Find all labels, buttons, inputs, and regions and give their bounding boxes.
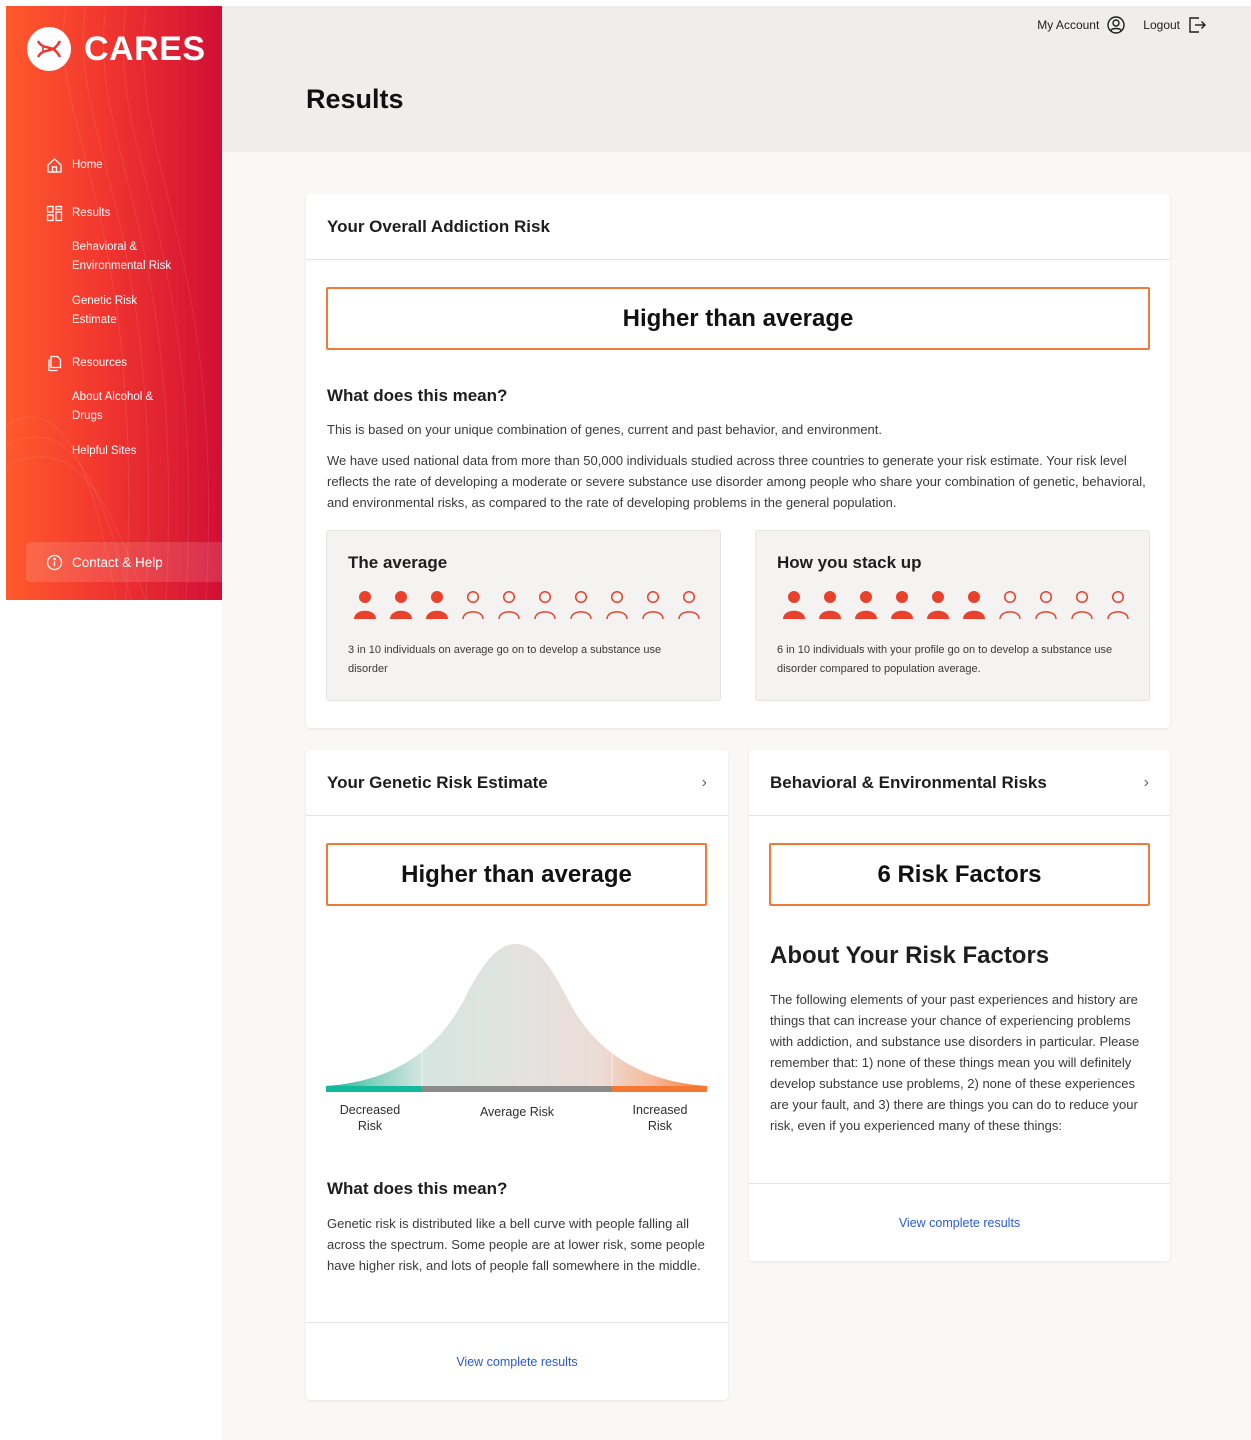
about-risk-factors-title: About Your Risk Factors [770, 942, 1050, 969]
home-icon [46, 157, 63, 174]
your-risk-title: How you stack up [777, 553, 922, 572]
grid-icon [46, 205, 63, 222]
person-filled-icon [389, 590, 413, 620]
person-filled-icon [854, 590, 878, 620]
person-outline-icon [533, 590, 557, 620]
average-risk-title: The average [348, 553, 448, 572]
page-title: Results [306, 84, 404, 114]
genetic-meaning-title: What does this mean? [327, 1179, 508, 1198]
logout-icon [1189, 17, 1206, 33]
genetic-risk-card: Your Genetic Risk Estimate › Higher than… [306, 750, 728, 1400]
bell-curve-graphic [326, 944, 707, 1092]
behavioral-risk-result: 6 Risk Factors [769, 843, 1150, 906]
genetic-paragraph: Genetic risk is distributed like a bell … [327, 1216, 705, 1273]
user-circle-icon [1107, 16, 1125, 34]
decreased-risk-bar [326, 1086, 422, 1092]
average-risk-panel: The average 3 in 10 individuals on avera… [326, 530, 721, 701]
person-outline-icon [641, 590, 665, 620]
genetic-risk-result-text: Higher than average [401, 860, 632, 888]
logout-label: Logout [1143, 18, 1180, 32]
person-outline-icon [497, 590, 521, 620]
person-outline-icon [1034, 590, 1058, 620]
overall-paragraph-2: We have used national data from more tha… [327, 453, 1146, 510]
overall-risk-result: Higher than average [326, 287, 1150, 350]
overall-risk-header: Your Overall Addiction Risk [306, 194, 1170, 260]
increased-risk-label: Increased Risk [632, 1103, 688, 1133]
account-menu: My Account Logout [1037, 16, 1207, 34]
average-risk-bar [422, 1086, 612, 1092]
sidebar-item-helpful-sites[interactable]: Helpful Sites [6, 442, 196, 461]
person-filled-icon [782, 590, 806, 620]
main-content: My Account Logout Results Your Overall A… [222, 6, 1251, 1440]
sidebar: CARES Home Results Behavioral & Environm… [6, 6, 222, 600]
your-risk-description: 6 in 10 individuals with your profile go… [777, 644, 1113, 675]
sidebar-item-behavioral-risk[interactable]: Behavioral & Environmental Risk [6, 238, 196, 276]
genetic-risk-title: Your Genetic Risk Estimate [327, 772, 548, 792]
person-outline-icon [1070, 590, 1094, 620]
bell-curve-shape [326, 944, 707, 1086]
genetic-risk-result: Higher than average [326, 843, 707, 906]
sidebar-item-about-alcohol-drugs[interactable]: About Alcohol & Drugs [6, 388, 156, 426]
person-filled-icon [818, 590, 842, 620]
sidebar-item-results[interactable]: Results [6, 202, 222, 224]
chevron-right-icon[interactable]: › [1144, 774, 1149, 792]
genetic-view-results-link[interactable]: View complete results [456, 1355, 577, 1369]
behavioral-risk-card: Behavioral & Environmental Risks › 6 Ris… [749, 750, 1170, 1261]
chevron-right-icon[interactable]: › [702, 774, 707, 792]
logout-button[interactable]: Logout [1143, 16, 1207, 34]
behavioral-card-footer: View complete results [749, 1183, 1170, 1261]
contact-help-button[interactable]: Contact & Help [26, 542, 222, 582]
sidebar-item-resources[interactable]: Resources [6, 352, 222, 374]
overall-meaning-title: What does this mean? [327, 386, 508, 405]
person-outline-icon [461, 590, 485, 620]
cares-logo-icon [27, 27, 71, 71]
behavioral-risk-result-text: 6 Risk Factors [877, 860, 1042, 888]
person-outline-icon [569, 590, 593, 620]
person-filled-icon [890, 590, 914, 620]
sidebar-item-label: Resources [72, 357, 127, 369]
person-outline-icon [998, 590, 1022, 620]
genetic-card-footer: View complete results [306, 1322, 728, 1400]
contact-help-label: Contact & Help [72, 554, 163, 570]
person-outline-icon [605, 590, 629, 620]
increased-risk-bar [612, 1086, 707, 1092]
info-icon [46, 554, 63, 571]
person-outline-icon [1106, 590, 1130, 620]
person-filled-icon [425, 590, 449, 620]
average-risk-description: 3 in 10 individuals on average go on to … [348, 644, 662, 675]
documents-icon [46, 355, 63, 372]
overall-risk-card: Your Overall Addiction Risk Higher than … [306, 194, 1170, 728]
sidebar-item-home[interactable]: Home [6, 154, 222, 176]
sidebar-item-genetic-risk[interactable]: Genetic Risk Estimate [6, 292, 156, 330]
average-risk-label: Average Risk [479, 1105, 555, 1119]
sidebar-nav: Home Results Behavioral & Environmental … [6, 154, 222, 461]
my-account-button[interactable]: My Account [1037, 16, 1125, 34]
genetic-risk-header[interactable]: Your Genetic Risk Estimate › [306, 750, 728, 816]
my-account-label: My Account [1037, 18, 1100, 32]
sidebar-item-label: Results [72, 207, 111, 219]
brand-name: CARES [84, 29, 206, 68]
behavioral-risk-header[interactable]: Behavioral & Environmental Risks › [749, 750, 1170, 816]
decreased-risk-label: Decreased Risk [339, 1103, 401, 1133]
your-risk-panel: How you stack up 6 in 10 individuals wit… [755, 530, 1150, 701]
sidebar-item-label: Home [72, 159, 103, 171]
page-header: My Account Logout Results [222, 6, 1251, 152]
overall-risk-result-text: Higher than average [622, 304, 854, 332]
overall-risk-title: Your Overall Addiction Risk [327, 216, 550, 236]
brand[interactable]: CARES [26, 26, 206, 72]
behavioral-risk-title: Behavioral & Environmental Risks [770, 772, 1047, 792]
your-people-row [782, 590, 1130, 620]
person-outline-icon [677, 590, 701, 620]
behavioral-paragraph: The following elements of your past expe… [770, 992, 1140, 1133]
person-filled-icon [962, 590, 986, 620]
overall-paragraph-1: This is based on your unique combination… [327, 422, 883, 437]
person-filled-icon [926, 590, 950, 620]
average-people-row [353, 590, 701, 620]
person-filled-icon [353, 590, 377, 620]
behavioral-view-results-link[interactable]: View complete results [899, 1216, 1020, 1230]
